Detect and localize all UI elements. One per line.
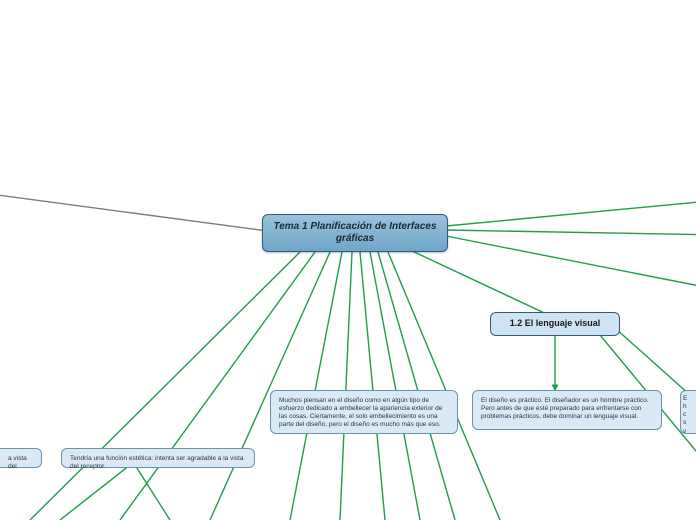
subnode-label: 1.2 El lenguaje visual	[510, 318, 601, 329]
root-node[interactable]: Tema 1 Planificación de Interfaces gráfi…	[262, 214, 448, 252]
leaf-text: El diseño es práctico. El diseñador es u…	[481, 397, 649, 420]
leaf-line: c	[683, 411, 694, 419]
leaf-diseno-practico[interactable]: El diseño es práctico. El diseñador es u…	[472, 390, 662, 430]
edge-layer	[0, 0, 696, 520]
leaf-cut-right[interactable]: E h c s v	[680, 390, 696, 434]
subnode-lenguaje-visual[interactable]: 1.2 El lenguaje visual	[490, 312, 620, 336]
leaf-line: v	[683, 428, 694, 436]
leaf-text: a vista del	[8, 455, 27, 470]
root-title: Tema 1 Planificación de Interfaces gráfi…	[271, 221, 439, 246]
leaf-text: Muchos piensan en el diseño como en algú…	[279, 397, 442, 428]
leaf-text: Tendría una función estética: intenta se…	[70, 455, 243, 470]
leaf-funcion-estetica[interactable]: Tendría una función estética: intenta se…	[61, 448, 255, 468]
leaf-line: E	[683, 395, 694, 403]
leaf-line: h	[683, 403, 694, 411]
leaf-cut-left[interactable]: a vista del	[0, 448, 42, 468]
mindmap-canvas: Tema 1 Planificación de Interfaces gráfi…	[0, 0, 696, 520]
leaf-line: s	[683, 419, 694, 427]
leaf-muchos-piensan[interactable]: Muchos piensan en el diseño como en algú…	[270, 390, 458, 434]
